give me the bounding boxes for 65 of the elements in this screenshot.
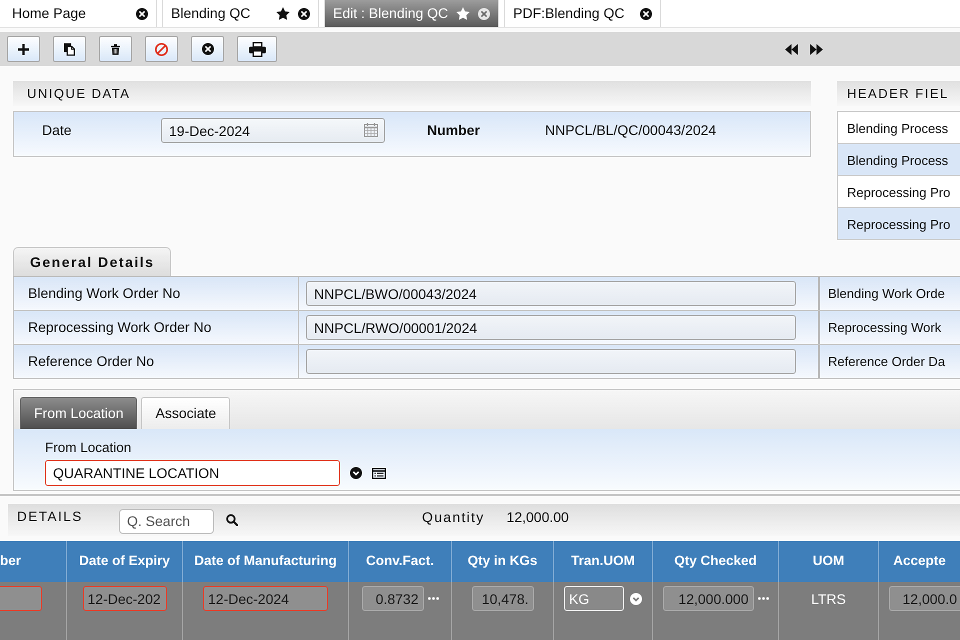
double-left-arrow-icon[interactable] xyxy=(785,44,798,54)
field-label: Blending Work Order No xyxy=(27,284,182,303)
copy-icon xyxy=(64,42,75,56)
field-label: Reprocessing Work Order No xyxy=(27,318,212,337)
field-label: Reprocessing Pro xyxy=(837,208,960,240)
printer-icon xyxy=(248,42,266,56)
delete-button[interactable] xyxy=(99,36,132,62)
tab[interactable]: Home Page xyxy=(0,0,157,27)
column-header: ber xyxy=(0,552,22,570)
text-field[interactable]: NNPCL/RWO/00001/2024 xyxy=(306,315,796,340)
chevron-down-icon[interactable] xyxy=(350,467,362,479)
close-icon xyxy=(202,43,214,55)
close-icon[interactable] xyxy=(640,8,652,20)
field-label: Quantity xyxy=(422,508,485,527)
text-field[interactable]: 12-Dec-202 xyxy=(82,586,166,611)
field-label: Blending Process xyxy=(837,144,960,176)
text-field[interactable]: 12-Dec-2024 xyxy=(203,586,328,611)
ellipsis-icon[interactable] xyxy=(428,597,438,600)
calendar-icon[interactable] xyxy=(364,123,378,137)
text-field[interactable]: 10,478. xyxy=(472,586,534,611)
section-title: DETAILS xyxy=(17,508,84,526)
text-field[interactable]: 12,000.0 xyxy=(889,586,960,611)
date-field[interactable]: 19-Dec-2024 xyxy=(161,118,385,143)
ellipsis-icon[interactable] xyxy=(758,597,768,600)
tab[interactable]: From Location xyxy=(20,397,138,429)
text-field[interactable]: 0.8732 xyxy=(362,586,424,611)
tab[interactable]: Blending QC xyxy=(162,0,319,27)
add-button[interactable] xyxy=(7,36,40,62)
section-header: UNIQUE DATA xyxy=(13,81,811,106)
field-label: From Location xyxy=(45,439,132,456)
trash-icon xyxy=(111,44,120,54)
star-icon[interactable] xyxy=(276,7,290,20)
field-label: Blending Process xyxy=(837,112,960,144)
text-field[interactable] xyxy=(306,349,796,374)
text-field[interactable]: 12,000.000 xyxy=(662,586,754,611)
tab[interactable]: PDF:Blending QC xyxy=(504,0,662,27)
plus-icon xyxy=(18,44,29,54)
list-icon[interactable] xyxy=(372,468,386,478)
section-tab[interactable]: General Details xyxy=(13,247,172,276)
field-label: Number xyxy=(427,121,481,140)
field-label: Reference Order Da xyxy=(818,345,960,378)
dropdown-field[interactable]: KG xyxy=(564,586,624,611)
field-value: NNPCL/BL/QC/00043/2024 xyxy=(545,121,716,140)
double-right-arrow-icon[interactable] xyxy=(810,44,823,54)
table-cell: LTRS xyxy=(778,582,878,640)
tab[interactable]: Associate xyxy=(141,397,230,429)
search-icon[interactable] xyxy=(226,514,238,526)
cancel-button[interactable] xyxy=(145,36,178,62)
ban-icon xyxy=(155,42,168,56)
field-value: 12,000.00 xyxy=(506,508,569,526)
field-label: Reprocessing Pro xyxy=(837,176,960,208)
field-label: Reference Order No xyxy=(27,352,156,371)
close-icon[interactable] xyxy=(298,8,310,20)
copy-button[interactable] xyxy=(53,36,86,62)
location-field[interactable]: QUARANTINE LOCATION xyxy=(45,460,340,486)
text-field[interactable] xyxy=(0,586,42,611)
print-button[interactable] xyxy=(237,36,277,62)
field-label: Date xyxy=(42,121,73,140)
close-button[interactable] xyxy=(191,36,224,62)
star-icon[interactable] xyxy=(456,7,470,20)
close-icon[interactable] xyxy=(136,8,148,20)
search-field[interactable]: Q. Search xyxy=(119,508,214,534)
tab[interactable]: Edit : Blending QC xyxy=(324,0,500,27)
text-field[interactable]: NNPCL/BWO/00043/2024 xyxy=(306,281,796,306)
section-header: HEADER FIEL xyxy=(837,81,960,106)
